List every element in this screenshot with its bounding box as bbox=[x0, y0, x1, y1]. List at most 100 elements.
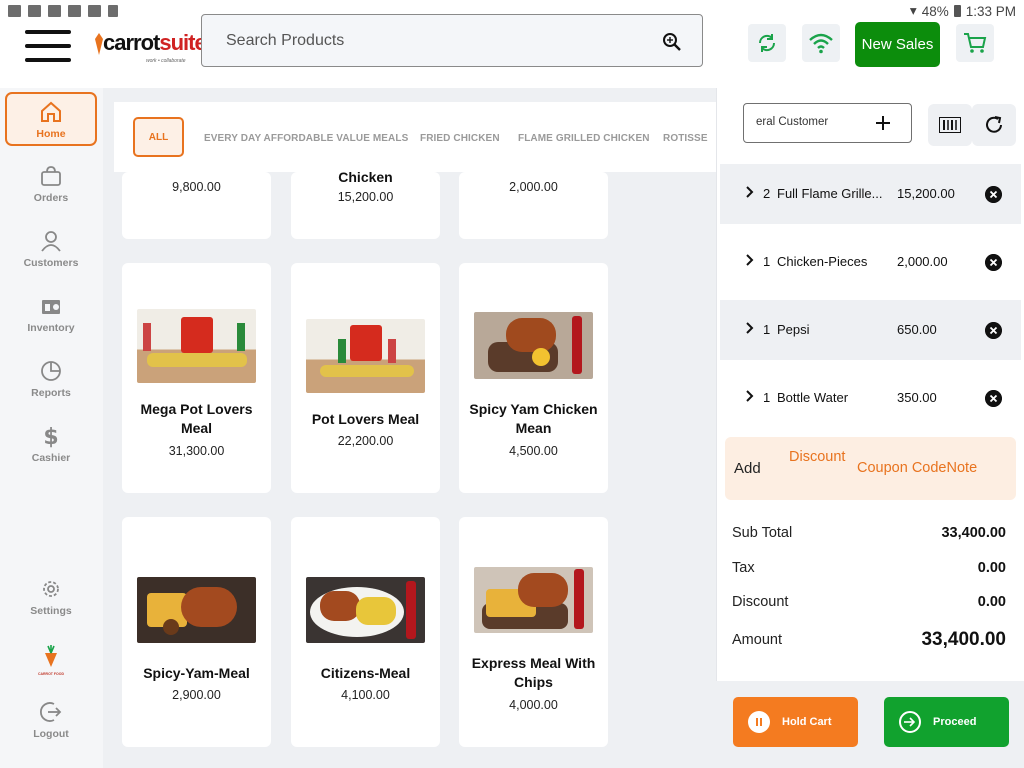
bag-icon bbox=[41, 166, 61, 186]
cart-item[interactable]: 2 Full Flame Grille... 15,200.00 bbox=[720, 164, 1021, 224]
carrot-food-caption: CARROT FOOD bbox=[37, 672, 65, 676]
cart-item-qty: 2 bbox=[763, 186, 771, 201]
category-chip-all[interactable]: ALL bbox=[133, 117, 184, 157]
search-input[interactable] bbox=[226, 29, 646, 53]
new-sales-button[interactable]: New Sales bbox=[855, 22, 940, 67]
chevron-right-icon[interactable] bbox=[746, 186, 754, 198]
product-price: 22,200.00 bbox=[337, 434, 394, 448]
refresh-button[interactable] bbox=[972, 104, 1016, 146]
refresh-icon bbox=[986, 116, 1002, 133]
product-card[interactable]: Spicy Yam Chicken Mean 4,500.00 bbox=[459, 263, 608, 493]
product-price: 9,800.00 bbox=[172, 180, 221, 194]
sidebar-label-customers: Customers bbox=[23, 257, 79, 269]
tax-label: Tax bbox=[732, 560, 755, 576]
pie-chart-icon bbox=[41, 361, 61, 381]
sidebar-item-logout[interactable]: Logout bbox=[5, 694, 97, 748]
product-card[interactable]: Mega Pot Lovers Meal 31,300.00 bbox=[122, 263, 271, 493]
product-card[interactable]: 2,000.00 bbox=[459, 172, 608, 239]
add-coupon-link[interactable]: Coupon Code bbox=[857, 460, 947, 476]
add-customer-icon[interactable] bbox=[875, 115, 891, 131]
chevron-right-icon[interactable] bbox=[746, 322, 754, 334]
customer-selector[interactable]: eral Customer bbox=[743, 103, 912, 143]
carrotsuite-logo: carrotsuite work • collaborate bbox=[94, 28, 207, 64]
hamburger-line bbox=[25, 58, 71, 62]
barcode-icon bbox=[939, 117, 961, 133]
amount-label: Amount bbox=[732, 632, 782, 648]
cart-item[interactable]: 1 Bottle Water 350.00 bbox=[720, 368, 1021, 428]
close-box-icon bbox=[108, 5, 118, 17]
category-chip[interactable]: ROTISSE bbox=[663, 133, 708, 144]
add-options-box: Add Discount Coupon CodeNote bbox=[725, 437, 1016, 500]
chevron-right-icon[interactable] bbox=[746, 254, 754, 266]
cart-item-name: Full Flame Grille... bbox=[777, 186, 883, 201]
wifi-icon bbox=[809, 33, 833, 54]
hold-cart-button[interactable]: Hold Cart bbox=[733, 697, 858, 747]
product-price: 4,100.00 bbox=[341, 688, 390, 702]
remove-item-icon[interactable] bbox=[985, 322, 1002, 339]
product-price: 4,500.00 bbox=[509, 444, 558, 458]
cart-item[interactable]: 1 Pepsi 650.00 bbox=[720, 300, 1021, 360]
clock: 1:33 PM bbox=[965, 3, 1016, 19]
product-price: 31,300.00 bbox=[168, 444, 225, 458]
cart-item-amount: 350.00 bbox=[897, 390, 937, 405]
cart-item-name: Pepsi bbox=[777, 322, 810, 337]
sidebar-item-home[interactable]: Home bbox=[5, 92, 97, 146]
cart-item-qty: 1 bbox=[763, 390, 771, 405]
menu-button[interactable] bbox=[25, 30, 71, 64]
dollar-icon: $ bbox=[43, 425, 58, 448]
carrot-food-logo: CARROT FOOD bbox=[36, 645, 66, 677]
sidebar-item-reports[interactable]: Reports bbox=[5, 353, 97, 407]
sidebar-item-cashier[interactable]: $ Cashier bbox=[5, 418, 97, 472]
sync-button[interactable] bbox=[748, 24, 786, 62]
battery-icon bbox=[953, 5, 961, 17]
sidebar-label-settings: Settings bbox=[30, 605, 72, 617]
search-icon[interactable] bbox=[662, 32, 682, 52]
sidebar-label-reports: Reports bbox=[31, 387, 71, 399]
category-chip[interactable]: FRIED CHICKEN bbox=[420, 133, 500, 144]
cart-button[interactable] bbox=[956, 24, 994, 62]
category-chip[interactable]: EVERY DAY AFFORDABLE VALUE MEALS bbox=[204, 133, 408, 144]
add-discount-link[interactable]: Discount bbox=[789, 449, 845, 465]
barcode-button[interactable] bbox=[928, 104, 972, 146]
search-bar[interactable] bbox=[201, 14, 703, 67]
product-card[interactable]: Citizens-Meal 4,100.00 bbox=[291, 517, 440, 747]
sidebar-item-inventory[interactable]: Inventory bbox=[5, 288, 97, 342]
product-card[interactable]: Chicken 15,200.00 bbox=[291, 169, 440, 239]
remove-item-icon[interactable] bbox=[985, 254, 1002, 271]
gear-icon bbox=[43, 581, 59, 597]
sidebar-item-settings[interactable]: Settings bbox=[5, 571, 97, 625]
remove-item-icon[interactable] bbox=[985, 390, 1002, 407]
video-icon bbox=[8, 5, 21, 17]
proceed-button[interactable]: Proceed bbox=[884, 697, 1009, 747]
cart-item-amount: 2,000.00 bbox=[897, 254, 948, 269]
category-chip[interactable]: FLAME GRILLED CHICKEN bbox=[518, 133, 650, 144]
product-card[interactable]: Spicy-Yam-Meal 2,900.00 bbox=[122, 517, 271, 747]
product-image bbox=[137, 309, 256, 383]
product-image bbox=[474, 312, 593, 379]
product-price: 2,900.00 bbox=[172, 688, 221, 702]
sidebar-label-home: Home bbox=[36, 128, 66, 140]
add-note-link[interactable]: Note bbox=[947, 460, 978, 476]
notification-icons bbox=[8, 5, 118, 17]
home-icon bbox=[41, 101, 61, 122]
logout-icon bbox=[40, 702, 62, 722]
product-image bbox=[137, 577, 256, 643]
tax-value: 0.00 bbox=[977, 560, 1006, 576]
sidebar-item-orders[interactable]: Orders bbox=[5, 158, 97, 212]
product-image bbox=[306, 577, 425, 643]
product-name: Spicy-Yam-Meal bbox=[143, 665, 250, 681]
product-card[interactable]: Pot Lovers Meal 22,200.00 bbox=[291, 263, 440, 493]
hamburger-line bbox=[25, 44, 71, 48]
chevron-right-icon[interactable] bbox=[746, 390, 754, 402]
wifi-button[interactable] bbox=[802, 24, 840, 62]
customer-name: eral Customer bbox=[756, 116, 829, 128]
sidebar-item-customers[interactable]: Customers bbox=[5, 223, 97, 277]
discount-value: 0.00 bbox=[977, 594, 1006, 610]
amount-row: Amount 33,400.00 bbox=[732, 629, 1006, 650]
cart-item[interactable]: 1 Chicken-Pieces 2,000.00 bbox=[720, 232, 1021, 292]
discount-row: Discount 0.00 bbox=[732, 594, 1006, 610]
product-image bbox=[474, 567, 593, 633]
remove-item-icon[interactable] bbox=[985, 186, 1002, 203]
product-card[interactable]: Express Meal With Chips 4,000.00 bbox=[459, 517, 608, 747]
product-card[interactable]: 9,800.00 bbox=[122, 172, 271, 239]
